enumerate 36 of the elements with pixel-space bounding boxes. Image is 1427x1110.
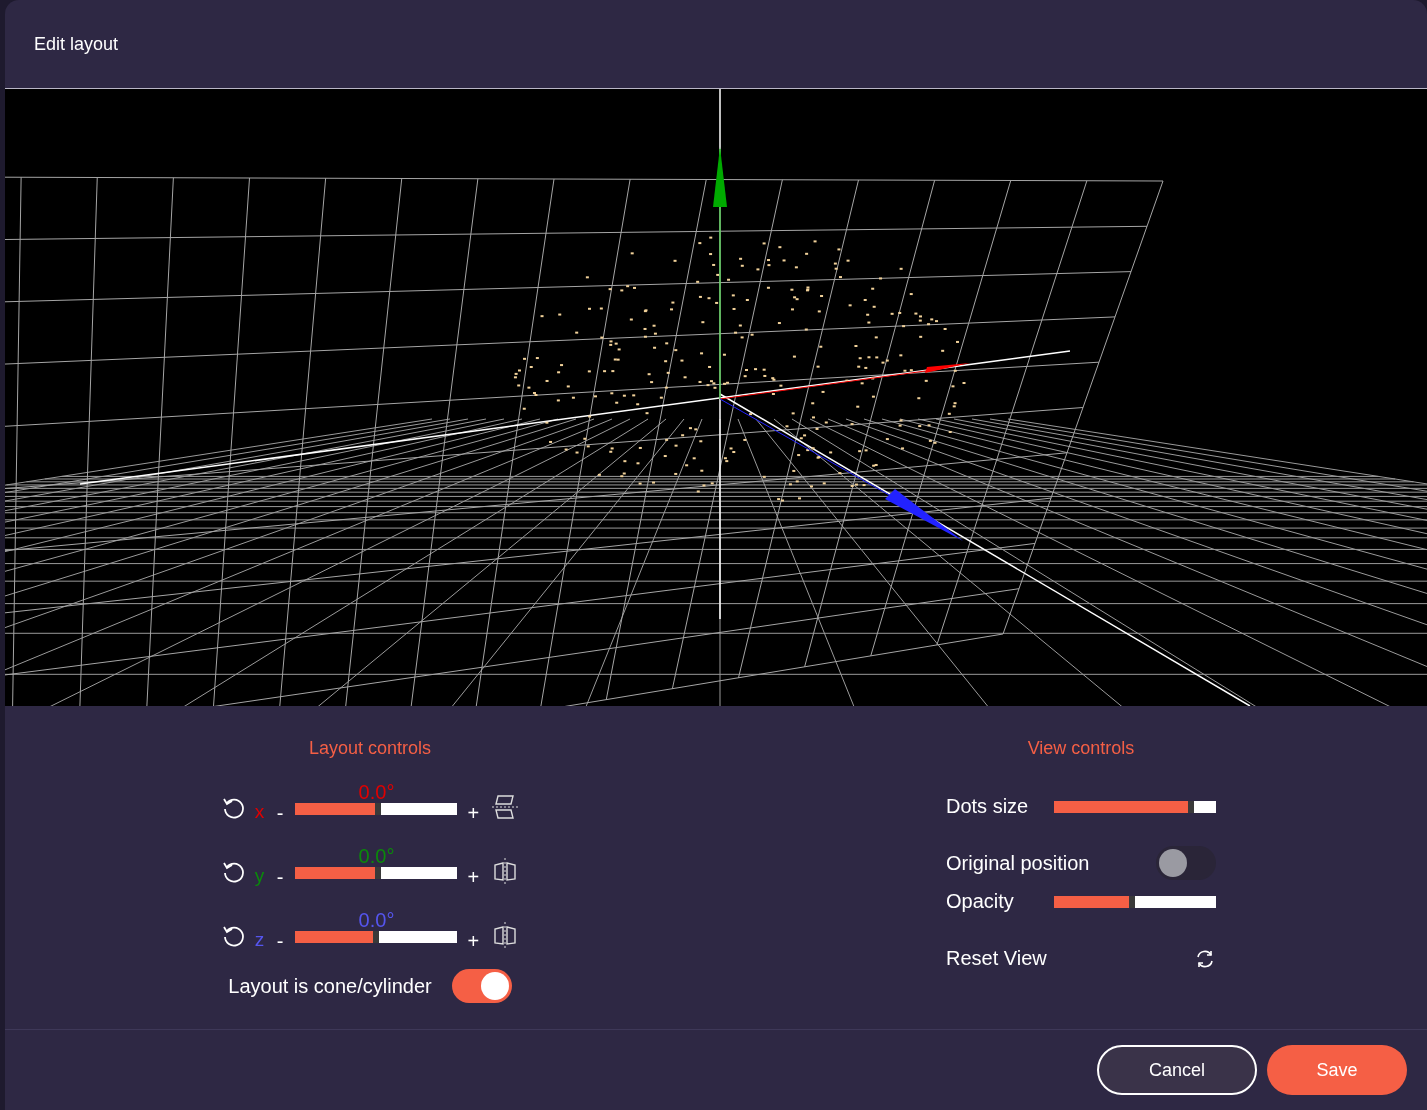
increment-button[interactable]: +	[467, 866, 480, 889]
cancel-button[interactable]: Cancel	[1097, 1045, 1257, 1095]
toggle-label: Layout is cone/cylinder	[228, 974, 432, 998]
rotation-slider[interactable]	[295, 803, 458, 815]
decrement-button[interactable]: -	[276, 802, 284, 825]
rotation-slider[interactable]	[295, 867, 458, 879]
axis-label: x	[254, 801, 266, 823]
decrement-button[interactable]: -	[276, 866, 284, 889]
slider-thumb[interactable]	[374, 803, 381, 815]
original-position-toggle[interactable]	[1156, 846, 1216, 880]
opacity-slider[interactable]	[1054, 895, 1216, 908]
rotation-slider[interactable]	[295, 931, 458, 943]
opacity-label: Opacity	[946, 890, 1015, 913]
original-position-label: Original position	[946, 851, 1090, 875]
section-title: View controls	[1027, 738, 1135, 759]
angle-value: 0.0°	[358, 845, 395, 867]
slider-thumb[interactable]	[374, 867, 381, 879]
flip-horizontal-icon[interactable]	[491, 793, 520, 821]
increment-button[interactable]: +	[467, 930, 480, 953]
dots-size-label: Dots size	[946, 795, 1030, 818]
slider-thumb[interactable]	[1128, 895, 1135, 908]
angle-value: 0.0°	[358, 909, 395, 931]
decrement-button[interactable]: -	[276, 930, 284, 953]
cone-toggle[interactable]	[451, 969, 512, 1003]
axis-label: z	[254, 929, 266, 951]
3d-grid-drawing[interactable]	[5, 89, 1427, 706]
angle-value: 0.0°	[358, 781, 395, 803]
reset-view-label: Reset View	[946, 947, 1047, 970]
section-title: Layout controls	[308, 738, 432, 759]
refresh-icon[interactable]	[1194, 948, 1216, 969]
increment-button[interactable]: +	[467, 802, 480, 825]
slider-thumb[interactable]	[1188, 800, 1195, 813]
slider-thumb[interactable]	[373, 931, 380, 943]
dialog-title: Edit layout	[34, 33, 119, 55]
axis-label: y	[254, 865, 266, 887]
dots-size-slider[interactable]	[1054, 800, 1216, 813]
